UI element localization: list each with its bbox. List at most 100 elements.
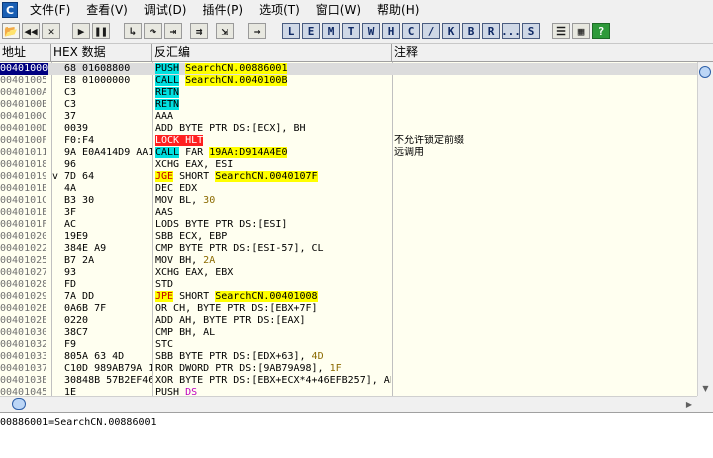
- comment-cell: [394, 351, 694, 363]
- trace-over-icon[interactable]: ⇉: [190, 23, 208, 39]
- jump-arrow-icon: [52, 123, 62, 135]
- table-row[interactable]: 0040100D 0039 ADD BYTE PTR DS:[ECX], BH: [0, 123, 697, 135]
- menu-view[interactable]: 查看(V): [78, 0, 136, 20]
- instruction-token: 1F: [329, 363, 342, 374]
- table-row[interactable]: 0040101B 4A DEC EDX: [0, 183, 697, 195]
- vertical-scroll-thumb[interactable]: [699, 66, 711, 78]
- table-row[interactable]: 00401020 19E9 SBB ECX, EBP: [0, 231, 697, 243]
- references-button[interactable]: R: [482, 23, 500, 39]
- table-row[interactable]: 00401025 B7 2A MOV BH, 2A: [0, 255, 697, 267]
- jump-arrow-icon: [52, 339, 62, 351]
- goto-icon[interactable]: →: [248, 23, 266, 39]
- table-row[interactable]: 0040101C B3 30 MOV BL, 30: [0, 195, 697, 207]
- table-row[interactable]: 00401030 38C7 CMP BH, AL: [0, 327, 697, 339]
- comment-cell: [394, 279, 694, 291]
- table-row[interactable]: 00401028 FD STD: [0, 279, 697, 291]
- execute-till-return-icon[interactable]: ⇲: [216, 23, 234, 39]
- table-row[interactable]: 0040100C 37 AAA: [0, 111, 697, 123]
- source-button[interactable]: S: [522, 23, 540, 39]
- header-comment[interactable]: 注释: [392, 44, 697, 61]
- table-row[interactable]: 00401022 384E A9 CMP BYTE PTR DS:[ESI-57],…: [0, 243, 697, 255]
- run-icon[interactable]: ▶: [72, 23, 90, 39]
- open-icon[interactable]: 📂: [2, 23, 20, 39]
- table-row[interactable]: 00401000 68 01608800 PUSH SearchCN.0088600…: [0, 63, 697, 75]
- jump-arrow-icon: [52, 135, 62, 147]
- instruction-token: JPE: [155, 291, 174, 302]
- header-address[interactable]: 地址: [0, 44, 51, 61]
- disassembly-listing[interactable]: 00401000 68 01608800 PUSH SearchCN.0088600…: [0, 62, 697, 396]
- hex-cell: 0039: [64, 123, 89, 134]
- instruction-token: SearchCN.00886001: [185, 63, 288, 74]
- scroll-down-icon[interactable]: ▼: [698, 381, 713, 396]
- header-hex-data[interactable]: HEX 数据: [51, 44, 152, 61]
- comment-cell: [394, 375, 694, 387]
- menu-debug[interactable]: 调试(D): [136, 0, 195, 20]
- comment-cell: [394, 267, 694, 279]
- menu-plugins[interactable]: 插件(P): [194, 0, 251, 20]
- address-cell: 00401020: [0, 231, 46, 242]
- table-row[interactable]: 0040102B 0A6B 7F OR CH, BYTE PTR DS:[EBX+7…: [0, 303, 697, 315]
- step-over-icon[interactable]: ↷: [144, 23, 162, 39]
- threads-button[interactable]: T: [342, 23, 360, 39]
- cpu-button[interactable]: C: [402, 23, 420, 39]
- table-row[interactable]: 0040102E 0220 ADD AH, BYTE PTR DS:[EAX]: [0, 315, 697, 327]
- table-row[interactable]: 00401045 1E PUSH DS: [0, 387, 697, 396]
- table-row[interactable]: 00401029 7A DD JPE SHORT SearchCN.00401008: [0, 291, 697, 303]
- vertical-scrollbar[interactable]: ▼: [697, 62, 713, 396]
- call-stack-button[interactable]: K: [442, 23, 460, 39]
- table-row[interactable]: 00401005 E8 01000000 CALL SearchCN.0040100…: [0, 75, 697, 87]
- table-row[interactable]: 00401032 F9 STC: [0, 339, 697, 351]
- instruction-token: SearchCN.00401008: [215, 291, 318, 302]
- table-row[interactable]: 00401019 v 7D 64 JGE SHORT SearchCN.0040107…: [0, 171, 697, 183]
- grid-icon[interactable]: ▦: [572, 23, 590, 39]
- horizontal-scrollbar[interactable]: ▶: [0, 396, 697, 412]
- step-into-icon[interactable]: ↳: [124, 23, 142, 39]
- help-icon[interactable]: ?: [592, 23, 610, 39]
- instruction-token: ROR DWORD PTR DS:[9AB79A98],: [155, 363, 330, 374]
- jump-arrow-icon: [52, 375, 62, 387]
- close-icon[interactable]: ✕: [42, 23, 60, 39]
- executable-modules-button[interactable]: E: [302, 23, 320, 39]
- address-cell: 00401011: [0, 147, 46, 158]
- table-row[interactable]: 0040103E 30848B 57B2EF46 XOR BYTE PTR DS:[…: [0, 375, 697, 387]
- address-cell: 0040100D: [0, 123, 46, 134]
- table-row[interactable]: 0040101E 3F AAS: [0, 207, 697, 219]
- menu-help[interactable]: 帮助(H): [369, 0, 427, 20]
- jump-arrow-icon: [52, 327, 62, 339]
- hex-cell: AC: [64, 219, 77, 230]
- table-row[interactable]: 00401037 C10D 989AB79A 1F ROR DWORD PTR DS…: [0, 363, 697, 375]
- patches-button[interactable]: /: [422, 23, 440, 39]
- instruction-token: ADD BYTE PTR DS:[ECX], BH: [155, 123, 306, 134]
- table-row[interactable]: 0040100A C3 RETN: [0, 87, 697, 99]
- menu-file[interactable]: 文件(F): [22, 0, 78, 20]
- jump-arrow-icon: v: [52, 171, 59, 182]
- instruction-token: 19AA:D914A4E0: [209, 147, 288, 158]
- comment-cell: [394, 387, 694, 396]
- restart-icon[interactable]: ◀◀: [22, 23, 40, 39]
- handles-button[interactable]: H: [382, 23, 400, 39]
- list-icon[interactable]: ☰: [552, 23, 570, 39]
- trace-into-icon[interactable]: ⇥: [164, 23, 182, 39]
- pause-icon[interactable]: ❚❚: [92, 23, 110, 39]
- breakpoints-button[interactable]: B: [462, 23, 480, 39]
- horizontal-scroll-thumb[interactable]: [12, 398, 26, 410]
- table-row[interactable]: 00401027 93 XCHG EAX, EBX: [0, 267, 697, 279]
- menu-options[interactable]: 选项(T): [251, 0, 308, 20]
- run-trace-button[interactable]: ...: [501, 23, 521, 39]
- log-window-button[interactable]: L: [282, 23, 300, 39]
- scroll-right-icon[interactable]: ▶: [682, 397, 696, 412]
- instruction-token: MOV BH,: [155, 255, 204, 266]
- table-row[interactable]: 00401033 805A 63 4D SBB BYTE PTR DS:[EDX+6…: [0, 351, 697, 363]
- table-row[interactable]: 00401018 96 XCHG EAX, ESI: [0, 159, 697, 171]
- menu-window[interactable]: 窗口(W): [308, 0, 369, 20]
- header-disassembly[interactable]: 反汇编: [152, 44, 392, 61]
- table-row[interactable]: 0040101F AC LODS BYTE PTR DS:[ESI]: [0, 219, 697, 231]
- table-row[interactable]: 0040100B C3 RETN: [0, 99, 697, 111]
- scrollbar-corner: [697, 396, 713, 412]
- windows-button[interactable]: W: [362, 23, 380, 39]
- comment-cell: [394, 87, 694, 99]
- memory-map-button[interactable]: M: [322, 23, 340, 39]
- table-row[interactable]: 0040100F F0:F4 LOCK HLT 不允许锁定前缀: [0, 135, 697, 147]
- table-row[interactable]: 00401011 9A E0A414D9 AA19 CALL FAR 19AA:D9…: [0, 147, 697, 159]
- instruction-token: 4D: [311, 351, 324, 362]
